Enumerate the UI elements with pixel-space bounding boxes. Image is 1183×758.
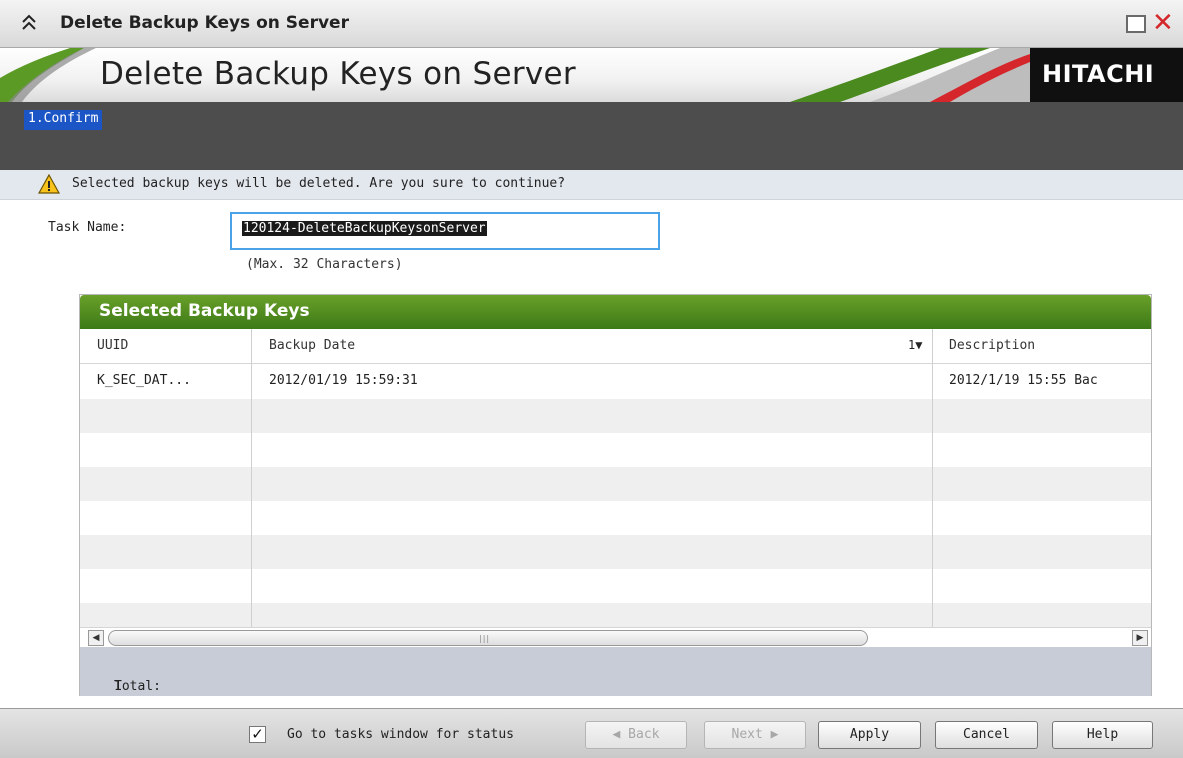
cell-description: 2012/1/19 15:55 Bac [949, 373, 1098, 388]
sort-indicator[interactable]: 1▼ [908, 338, 922, 352]
table-row [80, 399, 1151, 433]
maximize-icon[interactable] [1126, 15, 1146, 33]
panel-header: Selected Backup Keys [80, 295, 1151, 329]
grip-icon: ||| [479, 634, 491, 643]
warning-icon [38, 174, 60, 194]
task-name-label: Task Name: [48, 220, 127, 235]
window-titlebar: Delete Backup Keys on Server ✕ [0, 0, 1183, 48]
back-button[interactable]: ◀ Back [585, 721, 687, 749]
table-row [80, 535, 1151, 569]
scroll-right-icon[interactable]: ▶ [1132, 630, 1148, 646]
panel-footer: Total: 1 [80, 647, 1151, 696]
cell-backup-date: 2012/01/19 15:59:31 [269, 373, 418, 388]
column-header-backup-date[interactable]: Backup Date [269, 338, 355, 353]
banner-title: Delete Backup Keys on Server [100, 56, 576, 92]
action-bar: ✓ Go to tasks window for status ◀ Back N… [0, 708, 1183, 758]
cancel-button[interactable]: Cancel [935, 721, 1038, 749]
window-title: Delete Backup Keys on Server [60, 13, 349, 33]
scrollbar-thumb[interactable]: ||| [108, 630, 868, 646]
backup-keys-table: UUID Backup Date 1▼ Description K_SEC_DA… [80, 329, 1151, 627]
go-to-tasks-label[interactable]: Go to tasks window for status [287, 727, 514, 742]
wizard-step-confirm: 1.Confirm [24, 110, 103, 130]
apply-button[interactable]: Apply [818, 721, 921, 749]
column-header-uuid[interactable]: UUID [97, 338, 128, 353]
task-name-value: 120124-DeleteBackupKeysonServer [242, 221, 487, 236]
double-chevron-up-icon[interactable] [20, 13, 38, 33]
brand-text: HITACHI [1042, 60, 1155, 88]
selected-backup-keys-panel: Selected Backup Keys UUID Backup Date 1▼… [79, 294, 1152, 696]
column-divider[interactable] [932, 329, 933, 627]
task-name-input[interactable]: 120124-DeleteBackupKeysonServer [230, 212, 660, 250]
table-row[interactable]: K_SEC_DAT... 2012/01/19 15:59:31 2012/1/… [80, 365, 1151, 399]
column-divider[interactable] [251, 329, 252, 627]
close-icon[interactable]: ✕ [1152, 10, 1174, 36]
message-bar: Selected backup keys will be deleted. Ar… [0, 170, 1183, 200]
next-button[interactable]: Next ▶ [704, 721, 806, 749]
table-header: UUID Backup Date 1▼ Description [80, 329, 1151, 364]
column-header-description[interactable]: Description [949, 338, 1035, 353]
confirm-message: Selected backup keys will be deleted. Ar… [72, 176, 566, 191]
scroll-left-icon[interactable]: ◀ [88, 630, 104, 646]
total-value: 1 [114, 679, 122, 694]
help-button[interactable]: Help [1052, 721, 1153, 749]
go-to-tasks-checkbox[interactable]: ✓ [249, 726, 266, 743]
wizard-steps: 1.Confirm [0, 102, 1183, 170]
table-row [80, 603, 1151, 627]
task-name-hint: (Max. 32 Characters) [246, 257, 403, 272]
cell-uuid: K_SEC_DAT... [97, 373, 191, 388]
horizontal-scrollbar[interactable]: ◀ ||| ▶ [80, 627, 1151, 647]
hitachi-logo: HITACHI [1030, 48, 1183, 102]
table-row [80, 467, 1151, 501]
panel-title: Selected Backup Keys [99, 301, 310, 321]
dialog-banner: Delete Backup Keys on Server HITACHI [0, 48, 1183, 102]
